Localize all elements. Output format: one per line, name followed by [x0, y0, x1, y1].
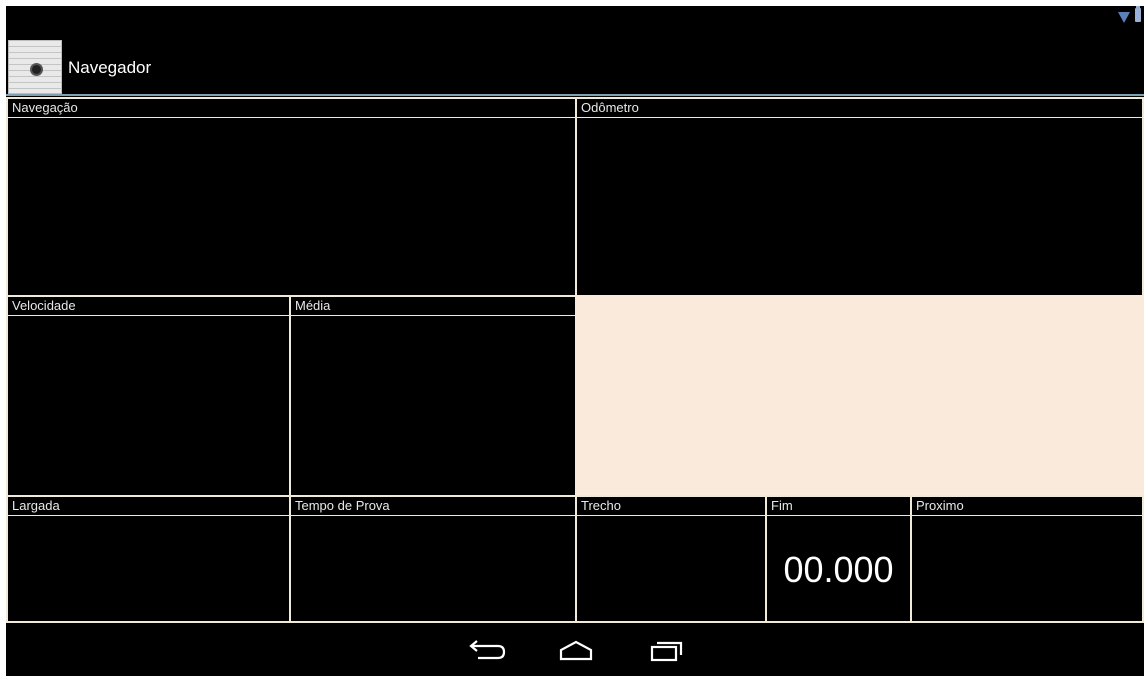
panel-odometro: Odômetro	[575, 97, 1144, 297]
system-nav-bar	[6, 623, 1144, 676]
divider	[8, 515, 289, 516]
home-icon	[559, 640, 593, 661]
action-bar: Navegador	[6, 28, 1144, 94]
panel-label-trecho: Trecho	[581, 498, 621, 513]
app-list-icon[interactable]	[8, 40, 62, 94]
app-title: Navegador	[68, 58, 152, 77]
panel-navegacao: Navegação	[6, 97, 577, 297]
divider	[8, 117, 575, 118]
divider	[577, 117, 1142, 118]
wifi-icon	[1118, 12, 1130, 23]
app-screen: Navegador Navegação Odômetro Velocidade …	[6, 6, 1144, 676]
panel-label-navegacao: Navegação	[12, 100, 78, 115]
panel-label-largada: Largada	[12, 498, 60, 513]
back-button[interactable]	[462, 633, 510, 669]
panel-label-odometro: Odômetro	[581, 100, 639, 115]
panel-media: Média	[289, 295, 577, 497]
divider	[577, 515, 765, 516]
recents-icon	[650, 641, 683, 662]
panel-value-fim: 00.000	[783, 549, 894, 590]
panel-largada: Largada	[6, 495, 291, 623]
panel-trecho: Trecho	[575, 495, 767, 623]
panel-label-fim: Fim	[771, 498, 793, 513]
recents-button[interactable]	[642, 633, 690, 669]
divider	[912, 515, 1142, 516]
action-bar-divider	[6, 94, 1144, 96]
divider	[291, 515, 575, 516]
panel-fim: Fim 00.000	[765, 495, 912, 623]
divider	[291, 315, 575, 316]
home-button[interactable]	[552, 633, 600, 669]
panel-proximo: Proximo	[910, 495, 1144, 623]
panel-label-proximo: Proximo	[916, 498, 964, 513]
status-bar	[6, 6, 1144, 28]
panel-tempo-de-prova: Tempo de Prova	[289, 495, 577, 623]
panel-label-media: Média	[295, 298, 331, 313]
divider	[8, 315, 289, 316]
battery-charging-icon	[1135, 6, 1141, 22]
panel-label-velocidade: Velocidade	[12, 298, 76, 313]
panel-velocidade: Velocidade	[6, 295, 291, 497]
app-icon-dot	[30, 63, 43, 76]
divider	[767, 515, 910, 516]
blank-panel	[575, 295, 1144, 497]
panel-label-tempo-de-prova: Tempo de Prova	[295, 498, 390, 513]
back-icon	[469, 640, 506, 660]
